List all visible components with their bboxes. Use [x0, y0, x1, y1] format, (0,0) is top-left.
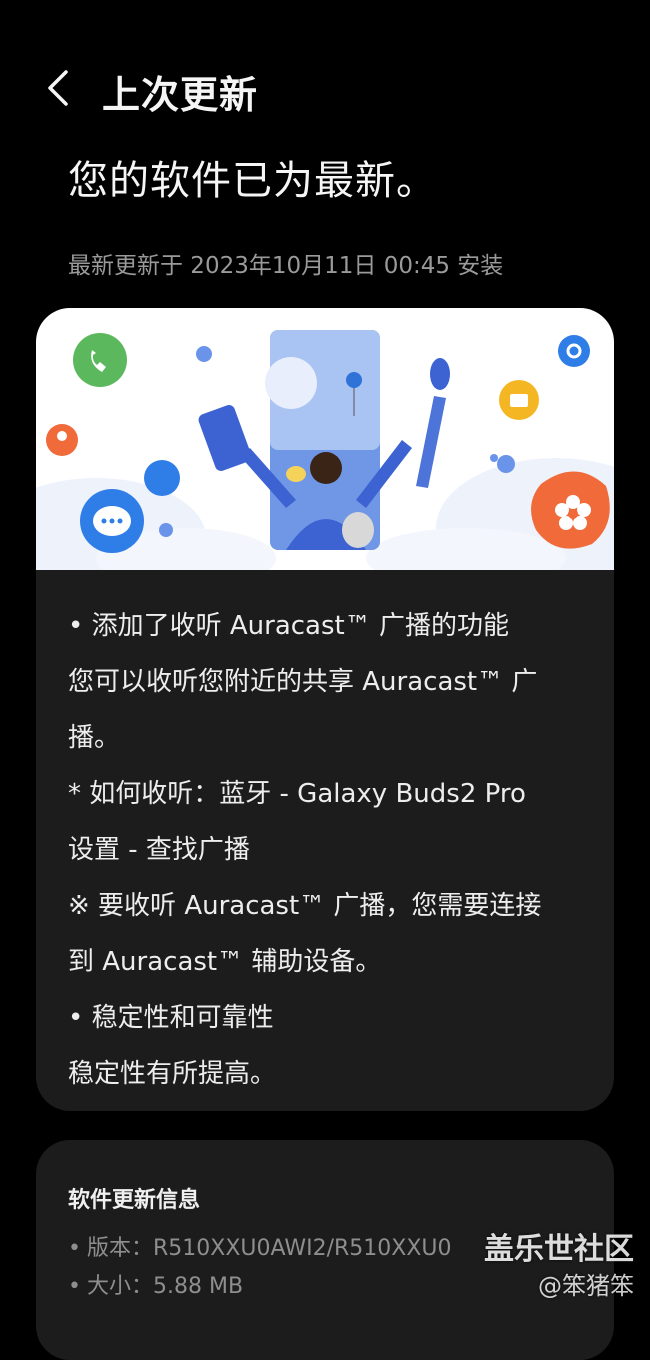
community-watermark: 盖乐世社区: [484, 1232, 634, 1267]
version-row: • 版本：R510XXU0AWI2/R510XXU0: [68, 1236, 452, 1261]
chevron-left-icon: [48, 70, 68, 106]
note-line: 设置 - 查找广播: [68, 835, 250, 865]
software-info-title: 软件更新信息: [68, 1188, 201, 1213]
size-row: • 大小：5.88 MB: [68, 1274, 244, 1299]
version-label: 版本：: [86, 1236, 153, 1261]
phone-app-icon: [73, 333, 127, 387]
note-line: 到 Auracast™ 辅助设备。: [68, 947, 382, 977]
status-title: 您的软件已为最新。: [68, 158, 437, 204]
note-line: • 添加了收听 Auracast™ 广播的功能: [68, 611, 509, 641]
author-watermark: @笨猪笨: [538, 1272, 634, 1300]
note-line: ※ 要收听 Auracast™ 广播，您需要连接: [68, 891, 542, 921]
note-line: * 如何收听：蓝牙 - Galaxy Buds2 Pro: [68, 779, 526, 809]
update-illustration: [36, 308, 614, 598]
release-notes-text: • 添加了收听 Auracast™ 广播的功能 您可以收听您附近的共享 Aura…: [68, 598, 588, 1102]
release-notes-card: • 添加了收听 Auracast™ 广播的功能 您可以收听您附近的共享 Aura…: [36, 308, 614, 1111]
note-line: 稳定性有所提高。: [68, 1059, 277, 1089]
illustration-artwork: [36, 330, 614, 598]
install-date-text: 最新更新于 2023年10月11日 00:45 安装: [68, 253, 504, 279]
size-label: 大小：: [86, 1274, 153, 1299]
note-line: • 稳定性和可靠性: [68, 1003, 274, 1033]
settings-app-icon: [558, 335, 590, 367]
note-line: 您可以收听您附近的共享 Auracast™ 广: [68, 667, 538, 697]
version-value: R510XXU0AWI2/R510XXU0: [153, 1236, 452, 1261]
note-line: 播。: [68, 723, 121, 753]
size-value: 5.88 MB: [153, 1274, 244, 1299]
page-title: 上次更新: [102, 73, 259, 117]
back-button[interactable]: [30, 60, 86, 116]
